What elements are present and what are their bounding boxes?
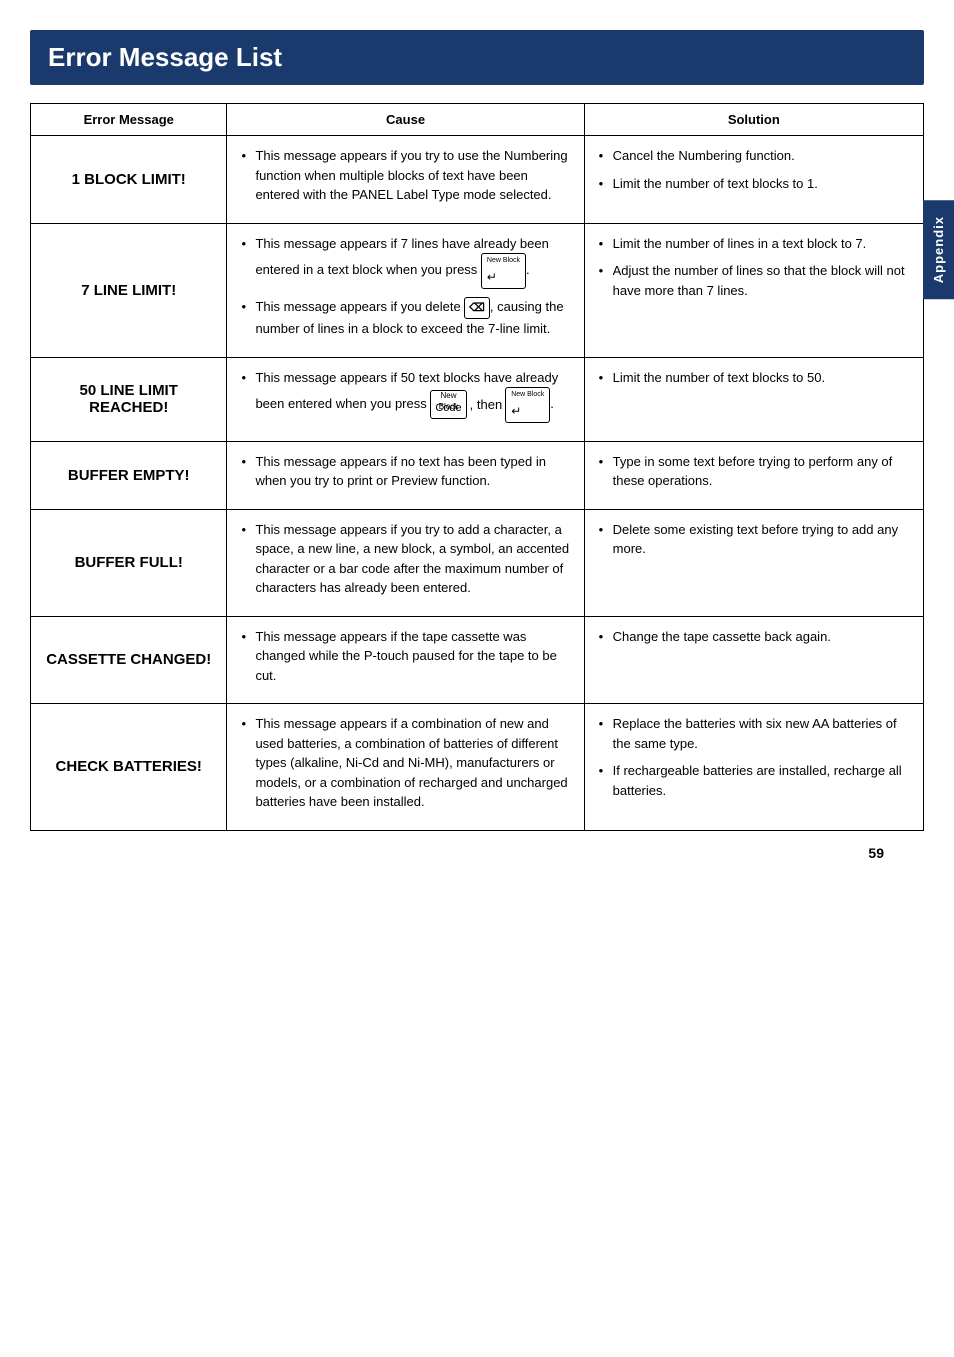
title-bar: Error Message List <box>30 30 924 85</box>
error-label: BUFFER EMPTY! <box>31 441 227 509</box>
error-label: 50 LINE LIMIT REACHED! <box>31 357 227 441</box>
code-key: New Block Code <box>430 390 466 419</box>
list-item: This message appears if 7 lines have alr… <box>239 234 571 289</box>
list-item: This message appears if a combination of… <box>239 714 571 812</box>
list-item: Delete some existing text before trying … <box>597 520 911 559</box>
solution-cell: Replace the batteries with six new AA ba… <box>584 704 923 831</box>
cause-cell: This message appears if a combination of… <box>227 704 584 831</box>
error-message-table: Error Message Cause Solution 1 BLOCK LIM… <box>30 103 924 831</box>
table-row: CASSETTE CHANGED! This message appears i… <box>31 616 924 704</box>
solution-cell: Cancel the Numbering function. Limit the… <box>584 136 923 224</box>
list-item: This message appears if 50 text blocks h… <box>239 368 571 423</box>
list-item: Cancel the Numbering function. <box>597 146 911 166</box>
list-item: This message appears if no text has been… <box>239 452 571 491</box>
solution-cell: Change the tape cassette back again. <box>584 616 923 704</box>
cause-cell: This message appears if you try to add a… <box>227 509 584 616</box>
table-row: CHECK BATTERIES! This message appears if… <box>31 704 924 831</box>
col-header-error: Error Message <box>31 104 227 136</box>
list-item: Change the tape cassette back again. <box>597 627 911 647</box>
page-container: Error Message List Appendix Error Messag… <box>0 0 954 891</box>
list-item: If rechargeable batteries are installed,… <box>597 761 911 800</box>
table-row: 50 LINE LIMIT REACHED! This message appe… <box>31 357 924 441</box>
table-row: 1 BLOCK LIMIT! This message appears if y… <box>31 136 924 224</box>
page-number: 59 <box>30 845 924 861</box>
cause-cell: This message appears if no text has been… <box>227 441 584 509</box>
cause-cell: This message appears if the tape cassett… <box>227 616 584 704</box>
error-label: CHECK BATTERIES! <box>31 704 227 831</box>
list-item: This message appears if you try to add a… <box>239 520 571 598</box>
list-item: Limit the number of text blocks to 1. <box>597 174 911 194</box>
error-label: CASSETTE CHANGED! <box>31 616 227 704</box>
error-label: 1 BLOCK LIMIT! <box>31 136 227 224</box>
error-label: 7 LINE LIMIT! <box>31 223 227 357</box>
page-title: Error Message List <box>48 42 906 73</box>
cause-cell: This message appears if 50 text blocks h… <box>227 357 584 441</box>
list-item: Limit the number of lines in a text bloc… <box>597 234 911 254</box>
col-header-solution: Solution <box>584 104 923 136</box>
col-header-cause: Cause <box>227 104 584 136</box>
solution-cell: Delete some existing text before trying … <box>584 509 923 616</box>
error-label: BUFFER FULL! <box>31 509 227 616</box>
solution-cell: Limit the number of text blocks to 50. <box>584 357 923 441</box>
table-row: BUFFER EMPTY! This message appears if no… <box>31 441 924 509</box>
solution-cell: Limit the number of lines in a text bloc… <box>584 223 923 357</box>
list-item: This message appears if you try to use t… <box>239 146 571 205</box>
cause-cell: This message appears if 7 lines have alr… <box>227 223 584 357</box>
sidebar-tab: Appendix <box>923 200 954 299</box>
solution-cell: Type in some text before trying to perfo… <box>584 441 923 509</box>
list-item: Replace the batteries with six new AA ba… <box>597 714 911 753</box>
delete-key: ⌫ <box>464 297 490 320</box>
table-row: BUFFER FULL! This message appears if you… <box>31 509 924 616</box>
list-item: This message appears if the tape cassett… <box>239 627 571 686</box>
list-item: Limit the number of text blocks to 50. <box>597 368 911 388</box>
list-item: This message appears if you delete ⌫, ca… <box>239 297 571 339</box>
list-item: Adjust the number of lines so that the b… <box>597 261 911 300</box>
cause-cell: This message appears if you try to use t… <box>227 136 584 224</box>
enter-key: New Block ↵ <box>505 387 550 423</box>
list-item: Type in some text before trying to perfo… <box>597 452 911 491</box>
table-row: 7 LINE LIMIT! This message appears if 7 … <box>31 223 924 357</box>
new-block-key: New Block ↵ <box>481 253 526 289</box>
